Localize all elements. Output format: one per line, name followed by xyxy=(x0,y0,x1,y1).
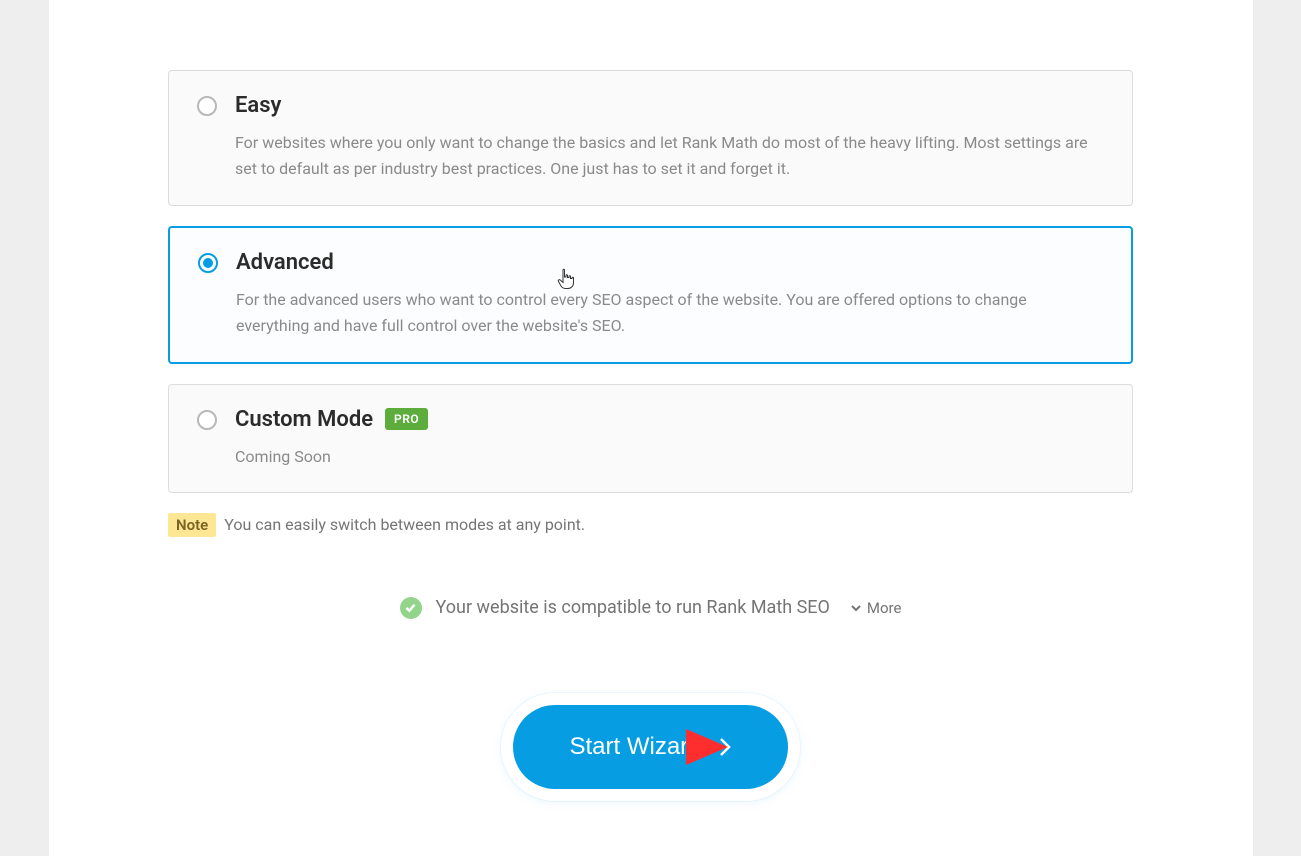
note-row: Note You can easily switch between modes… xyxy=(168,513,1133,537)
option-custom-body: Custom Mode PRO Coming Soon xyxy=(235,407,1104,470)
option-advanced-desc: For the advanced users who want to contr… xyxy=(236,287,1103,340)
compatibility-text: Your website is compatible to run Rank M… xyxy=(436,597,830,618)
option-easy-body: Easy For websites where you only want to… xyxy=(235,93,1104,183)
option-advanced-title: Advanced xyxy=(236,250,334,275)
option-easy[interactable]: Easy For websites where you only want to… xyxy=(168,70,1133,206)
option-custom-title-row: Custom Mode PRO xyxy=(235,407,1104,432)
radio-custom[interactable] xyxy=(197,410,217,430)
button-halo: Start Wizard xyxy=(501,693,799,801)
content-wrapper: Easy For websites where you only want to… xyxy=(168,70,1133,801)
radio-easy[interactable] xyxy=(197,96,217,116)
page-container: Easy For websites where you only want to… xyxy=(49,0,1253,856)
check-circle-icon xyxy=(400,597,422,619)
note-badge: Note xyxy=(168,513,216,537)
option-custom-title: Custom Mode xyxy=(235,407,373,432)
cta-container: Start Wizard xyxy=(168,693,1133,801)
option-advanced-body: Advanced For the advanced users who want… xyxy=(236,250,1103,340)
more-toggle[interactable]: More xyxy=(850,599,902,617)
compatibility-row: Your website is compatible to run Rank M… xyxy=(168,597,1133,619)
pro-badge: PRO xyxy=(385,408,428,430)
start-wizard-button[interactable]: Start Wizard xyxy=(513,705,787,789)
option-easy-title-row: Easy xyxy=(235,93,1104,118)
option-easy-desc: For websites where you only want to chan… xyxy=(235,130,1104,183)
option-advanced[interactable]: Advanced For the advanced users who want… xyxy=(168,226,1133,364)
option-custom-desc: Coming Soon xyxy=(235,444,1104,470)
chevron-down-icon xyxy=(850,602,862,614)
option-advanced-title-row: Advanced xyxy=(236,250,1103,275)
radio-advanced[interactable] xyxy=(198,253,218,273)
note-text: You can easily switch between modes at a… xyxy=(224,515,585,534)
option-custom[interactable]: Custom Mode PRO Coming Soon xyxy=(168,384,1133,493)
chevron-right-icon xyxy=(718,737,732,757)
option-easy-title: Easy xyxy=(235,93,281,118)
start-wizard-label: Start Wizard xyxy=(569,733,701,761)
more-label: More xyxy=(867,599,902,617)
